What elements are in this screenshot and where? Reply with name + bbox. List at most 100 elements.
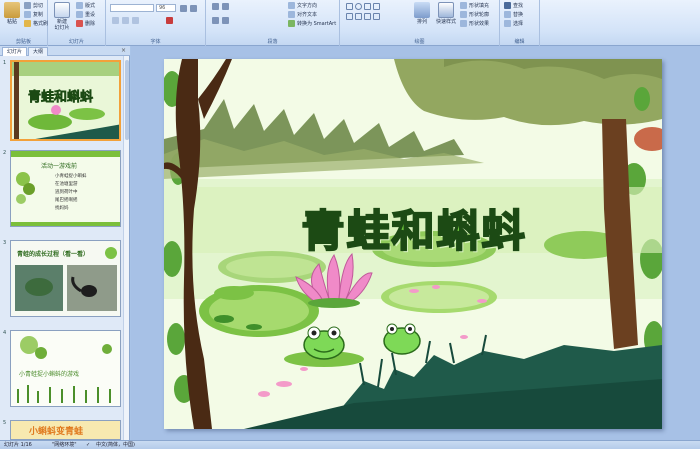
tab-slides[interactable]: 幻灯片 — [2, 47, 28, 56]
bullets-icon[interactable] — [212, 3, 219, 10]
slide-canvas[interactable]: 青蛙和蝌蚪 — [164, 59, 662, 429]
drawing-group-label: 绘图 — [414, 39, 425, 45]
reset-label: 重设 — [85, 12, 96, 18]
panel-scrollbar[interactable] — [123, 56, 129, 440]
numbering-icon[interactable] — [222, 3, 229, 10]
text-direction-button[interactable]: 文字方向 — [288, 2, 317, 9]
slides-group: 新建 幻灯片 版式 重设 删除 幻灯片 — [48, 0, 106, 46]
align-left-icon[interactable] — [212, 17, 219, 24]
outline-pen-icon — [460, 11, 467, 18]
align-text-icon — [288, 11, 295, 18]
replace-icon — [504, 11, 511, 18]
theme-name: "网络环境" — [52, 442, 77, 448]
format-painter-button[interactable]: 格式刷 — [24, 20, 48, 27]
bold-icon[interactable] — [112, 17, 119, 24]
list-item: 小青蛙捉小蝌蚪 — [55, 174, 87, 179]
arrow-shape-icon[interactable] — [373, 3, 380, 10]
shrink-font-icon[interactable] — [190, 5, 197, 12]
slide-title[interactable]: 青蛙和蝌蚪 — [224, 197, 604, 259]
spell-check-icon[interactable]: ✓ — [86, 441, 90, 449]
thumb-frame[interactable]: 活动一游戏前 小青蛙捉小蝌蚪 在池塘里游 逃到荷叶中 尾巴摇啊摇 找妈妈 — [10, 150, 121, 227]
replace-button[interactable]: 替换 — [504, 11, 523, 18]
smartart-button[interactable]: 转换为 SmartArt — [288, 20, 336, 27]
thumb-title: 小蝌蚪变青蛙 — [29, 427, 84, 437]
language-indicator[interactable]: 中文(简体，中国) — [96, 441, 135, 449]
oval-shape-icon[interactable] — [355, 3, 362, 10]
brush-icon — [24, 20, 31, 27]
panel-tabs: 幻灯片 大纲 × — [0, 46, 130, 56]
status-bar: 幻灯片 1/16 "网络环境" ✓ 中文(简体，中国) — [0, 440, 700, 449]
replace-label: 替换 — [513, 12, 524, 18]
thumb-number: 5 — [3, 420, 7, 426]
paste-icon — [4, 2, 20, 18]
tab-outline[interactable]: 大纲 — [28, 47, 49, 56]
scrollbar-thumb[interactable] — [125, 60, 129, 140]
smartart-icon — [288, 20, 295, 27]
font-group-label: 字体 — [150, 39, 161, 45]
shape-outline-label: 形状轮廓 — [469, 12, 490, 18]
select-button[interactable]: 选择 — [504, 20, 523, 27]
align-text-label: 对齐文本 — [297, 12, 318, 18]
triangle-shape-icon[interactable] — [346, 13, 353, 20]
rectangle-shape-icon[interactable] — [346, 3, 353, 10]
align-text-button[interactable]: 对齐文本 — [288, 11, 317, 18]
new-slide-label: 新建 幻灯片 — [54, 19, 70, 31]
layout-icon — [76, 2, 83, 9]
list-item: 逃到荷叶中 — [55, 190, 78, 195]
paragraph-group-label: 段落 — [267, 39, 278, 45]
thumb-frame[interactable]: 小青蛙捉小蝌蚪的游戏 — [10, 330, 121, 407]
delete-label: 删除 — [85, 21, 96, 27]
thumb-number: 3 — [3, 240, 7, 246]
thumb-title: 活动一游戏前 — [41, 163, 78, 170]
new-slide-button[interactable]: 新建 幻灯片 — [51, 2, 73, 31]
thumb-2-list: 小青蛙捉小蝌蚪 在池塘里游 逃到荷叶中 尾巴摇啊摇 找妈妈 — [55, 173, 87, 213]
shape-fill-button[interactable]: 形状填充 — [460, 2, 489, 9]
editing-group-label: 编辑 — [514, 39, 525, 45]
delete-slide-button[interactable]: 删除 — [76, 20, 95, 27]
font-group: 96 字体 — [106, 0, 206, 46]
shapes-gallery[interactable] — [346, 3, 402, 33]
font-color-icon[interactable] — [166, 17, 173, 24]
thumb-number: 1 — [3, 60, 7, 66]
reset-button[interactable]: 重设 — [76, 11, 95, 18]
copy-label: 复制 — [33, 12, 44, 18]
select-arrow-icon — [504, 20, 511, 27]
callout-shape-icon[interactable] — [373, 13, 380, 20]
new-slide-icon — [54, 2, 70, 18]
thumb-frame[interactable]: 青蛙的成长过程（看一看） — [10, 240, 121, 317]
thumb-frame[interactable]: 小蝌蚪变青蛙 — [10, 420, 121, 440]
find-button[interactable]: 查找 — [504, 2, 523, 9]
shape-outline-button[interactable]: 形状轮廓 — [460, 11, 489, 18]
shape-effects-button[interactable]: 形状效果 — [460, 20, 489, 27]
thumb-frame[interactable]: 青蛙和蝌蚪 — [10, 60, 121, 141]
grow-font-icon[interactable] — [180, 5, 187, 12]
effects-icon — [460, 20, 467, 27]
binoculars-icon — [504, 2, 511, 9]
brace-shape-icon[interactable] — [364, 13, 371, 20]
paste-label: 粘贴 — [6, 19, 17, 25]
italic-icon[interactable] — [122, 17, 129, 24]
font-name-combo[interactable] — [110, 4, 154, 12]
slide-editing-area: 青蛙和蝌蚪 — [131, 46, 700, 440]
delete-icon — [76, 20, 83, 27]
quick-styles-button[interactable]: 快速样式 — [434, 2, 458, 25]
star-shape-icon[interactable] — [355, 13, 362, 20]
slides-group-label: 幻灯片 — [68, 39, 84, 45]
smartart-label: 转换为 SmartArt — [297, 21, 337, 27]
find-label: 查找 — [513, 3, 524, 9]
font-size-combo[interactable]: 96 — [156, 4, 176, 12]
thumb-title: 青蛙的成长过程（看一看） — [17, 251, 90, 258]
paste-button[interactable]: 粘贴 — [2, 2, 22, 25]
close-panel-icon[interactable]: × — [121, 47, 126, 54]
thumb-number: 2 — [3, 150, 7, 156]
shape-fill-label: 形状填充 — [469, 3, 490, 9]
arrange-button[interactable]: 排列 — [412, 2, 432, 25]
line-shape-icon[interactable] — [364, 3, 371, 10]
copy-button[interactable]: 复制 — [24, 11, 43, 18]
layout-button[interactable]: 版式 — [76, 2, 95, 9]
slides-panel: 幻灯片 大纲 × 1 青蛙和蝌蚪 2 活动一游戏前 小青蛙捉小蝌蚪 在池塘里游 … — [0, 46, 130, 440]
align-center-icon[interactable] — [222, 17, 229, 24]
cut-button[interactable]: 剪切 — [24, 2, 43, 9]
paragraph-group: 文字方向 对齐文本 转换为 SmartArt 段落 — [206, 0, 340, 46]
underline-icon[interactable] — [132, 17, 139, 24]
